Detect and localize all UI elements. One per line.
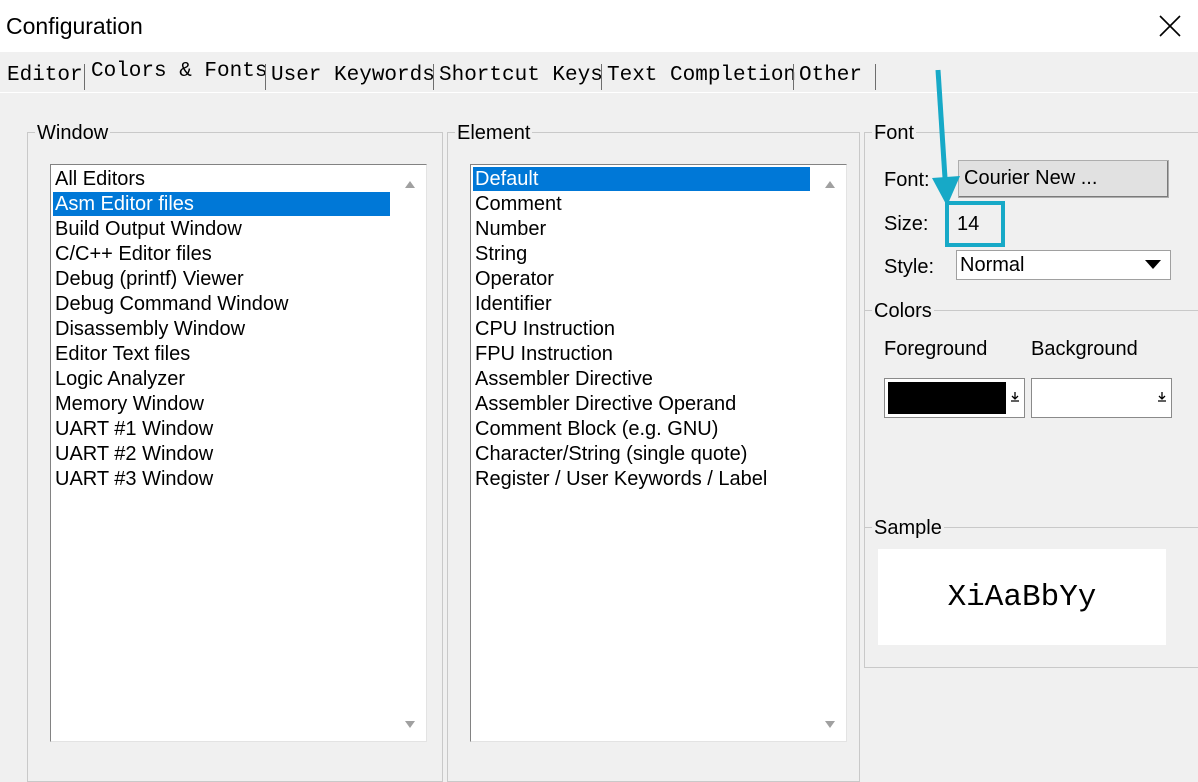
element-group-label: Element <box>455 122 533 144</box>
window-list-item[interactable]: Memory Window <box>53 392 390 416</box>
scroll-down-icon[interactable] <box>825 721 835 728</box>
scroll-up-icon[interactable] <box>405 181 415 188</box>
tab-separator <box>875 64 876 90</box>
close-button[interactable] <box>1142 0 1198 52</box>
element-list-item[interactable]: Assembler Directive <box>473 367 810 391</box>
window-list-item[interactable]: UART #2 Window <box>53 442 390 466</box>
tab-separator <box>265 64 266 90</box>
element-list-item[interactable]: Register / User Keywords / Label <box>473 467 810 491</box>
element-list-item[interactable]: Comment Block (e.g. GNU) <box>473 417 810 441</box>
style-select-value: Normal <box>960 254 1025 276</box>
style-label: Style: <box>884 256 935 278</box>
tab-separator <box>793 64 794 90</box>
background-label: Background <box>1031 338 1138 360</box>
window-list-item[interactable]: Debug Command Window <box>53 292 390 316</box>
tab-other[interactable]: Other <box>796 60 862 92</box>
tab-divider <box>0 92 1198 93</box>
element-list-item[interactable]: Operator <box>473 267 810 291</box>
element-list-item[interactable]: Assembler Directive Operand <box>473 392 810 416</box>
tab-user-keywords[interactable]: User Keywords <box>268 60 435 92</box>
colors-group-label: Colors <box>872 300 934 322</box>
font-group-label: Font <box>872 122 917 144</box>
scroll-up-icon[interactable] <box>825 181 835 188</box>
tab-separator <box>433 64 434 90</box>
font-select-button[interactable]: Courier New ... <box>958 160 1169 198</box>
element-list-item[interactable]: String <box>473 242 810 266</box>
dropdown-arrow-icon[interactable] <box>1008 381 1022 413</box>
font-label: Font: <box>884 169 930 191</box>
element-list-item[interactable]: Number <box>473 217 810 241</box>
element-list-item[interactable]: CPU Instruction <box>473 317 810 341</box>
window-list-item[interactable]: All Editors <box>53 167 390 191</box>
window-list-item[interactable]: Asm Editor files <box>53 192 390 216</box>
foreground-label: Foreground <box>884 338 988 360</box>
chevron-down-icon[interactable] <box>1138 253 1168 277</box>
element-list-item[interactable]: Character/String (single quote) <box>473 442 810 466</box>
window-list-item[interactable]: Logic Analyzer <box>53 367 390 391</box>
window-listbox[interactable]: All Editors Asm Editor files Build Output … <box>50 164 427 742</box>
tab-text-completion[interactable]: Text Completion <box>604 60 796 92</box>
tab-separator <box>84 64 85 90</box>
window-list-item[interactable]: Disassembly Window <box>53 317 390 341</box>
window-list-item[interactable]: Debug (printf) Viewer <box>53 267 390 291</box>
dropdown-arrow-icon[interactable] <box>1155 381 1169 413</box>
tab-colors-fonts[interactable]: Colors & Fonts <box>88 56 268 88</box>
background-swatch <box>1035 382 1153 414</box>
window-list-item[interactable]: Build Output Window <box>53 217 390 241</box>
tab-shortcut-keys[interactable]: Shortcut Keys <box>436 60 603 92</box>
window-list-item[interactable]: C/C++ Editor files <box>53 242 390 266</box>
window-title: Configuration <box>6 13 143 39</box>
foreground-color-picker[interactable] <box>884 378 1025 418</box>
window-list-item[interactable]: UART #1 Window <box>53 417 390 441</box>
element-list-item[interactable]: Identifier <box>473 292 810 316</box>
size-label: Size: <box>884 213 929 235</box>
title-bar: Configuration <box>0 0 1198 52</box>
window-list-item[interactable]: Editor Text files <box>53 342 390 366</box>
scroll-down-icon[interactable] <box>405 721 415 728</box>
foreground-swatch <box>888 382 1006 414</box>
background-color-picker[interactable] <box>1031 378 1172 418</box>
element-list-item[interactable]: Default <box>473 167 810 191</box>
annotation-highlight-box <box>945 201 1005 247</box>
element-listbox[interactable]: Default Comment Number String Operator Identi… <box>470 164 847 742</box>
window-group-label: Window <box>35 122 111 144</box>
element-list-item[interactable]: FPU Instruction <box>473 342 810 366</box>
tab-separator <box>601 64 602 90</box>
sample-group-label: Sample <box>872 517 944 539</box>
style-select[interactable]: Normal <box>956 250 1171 280</box>
sample-preview: XiAaBbYy <box>878 549 1166 645</box>
window-list-item[interactable]: UART #3 Window <box>53 467 390 491</box>
element-list-item[interactable]: Comment <box>473 192 810 216</box>
close-icon <box>1159 15 1181 37</box>
tab-editor[interactable]: Editor <box>4 60 83 92</box>
